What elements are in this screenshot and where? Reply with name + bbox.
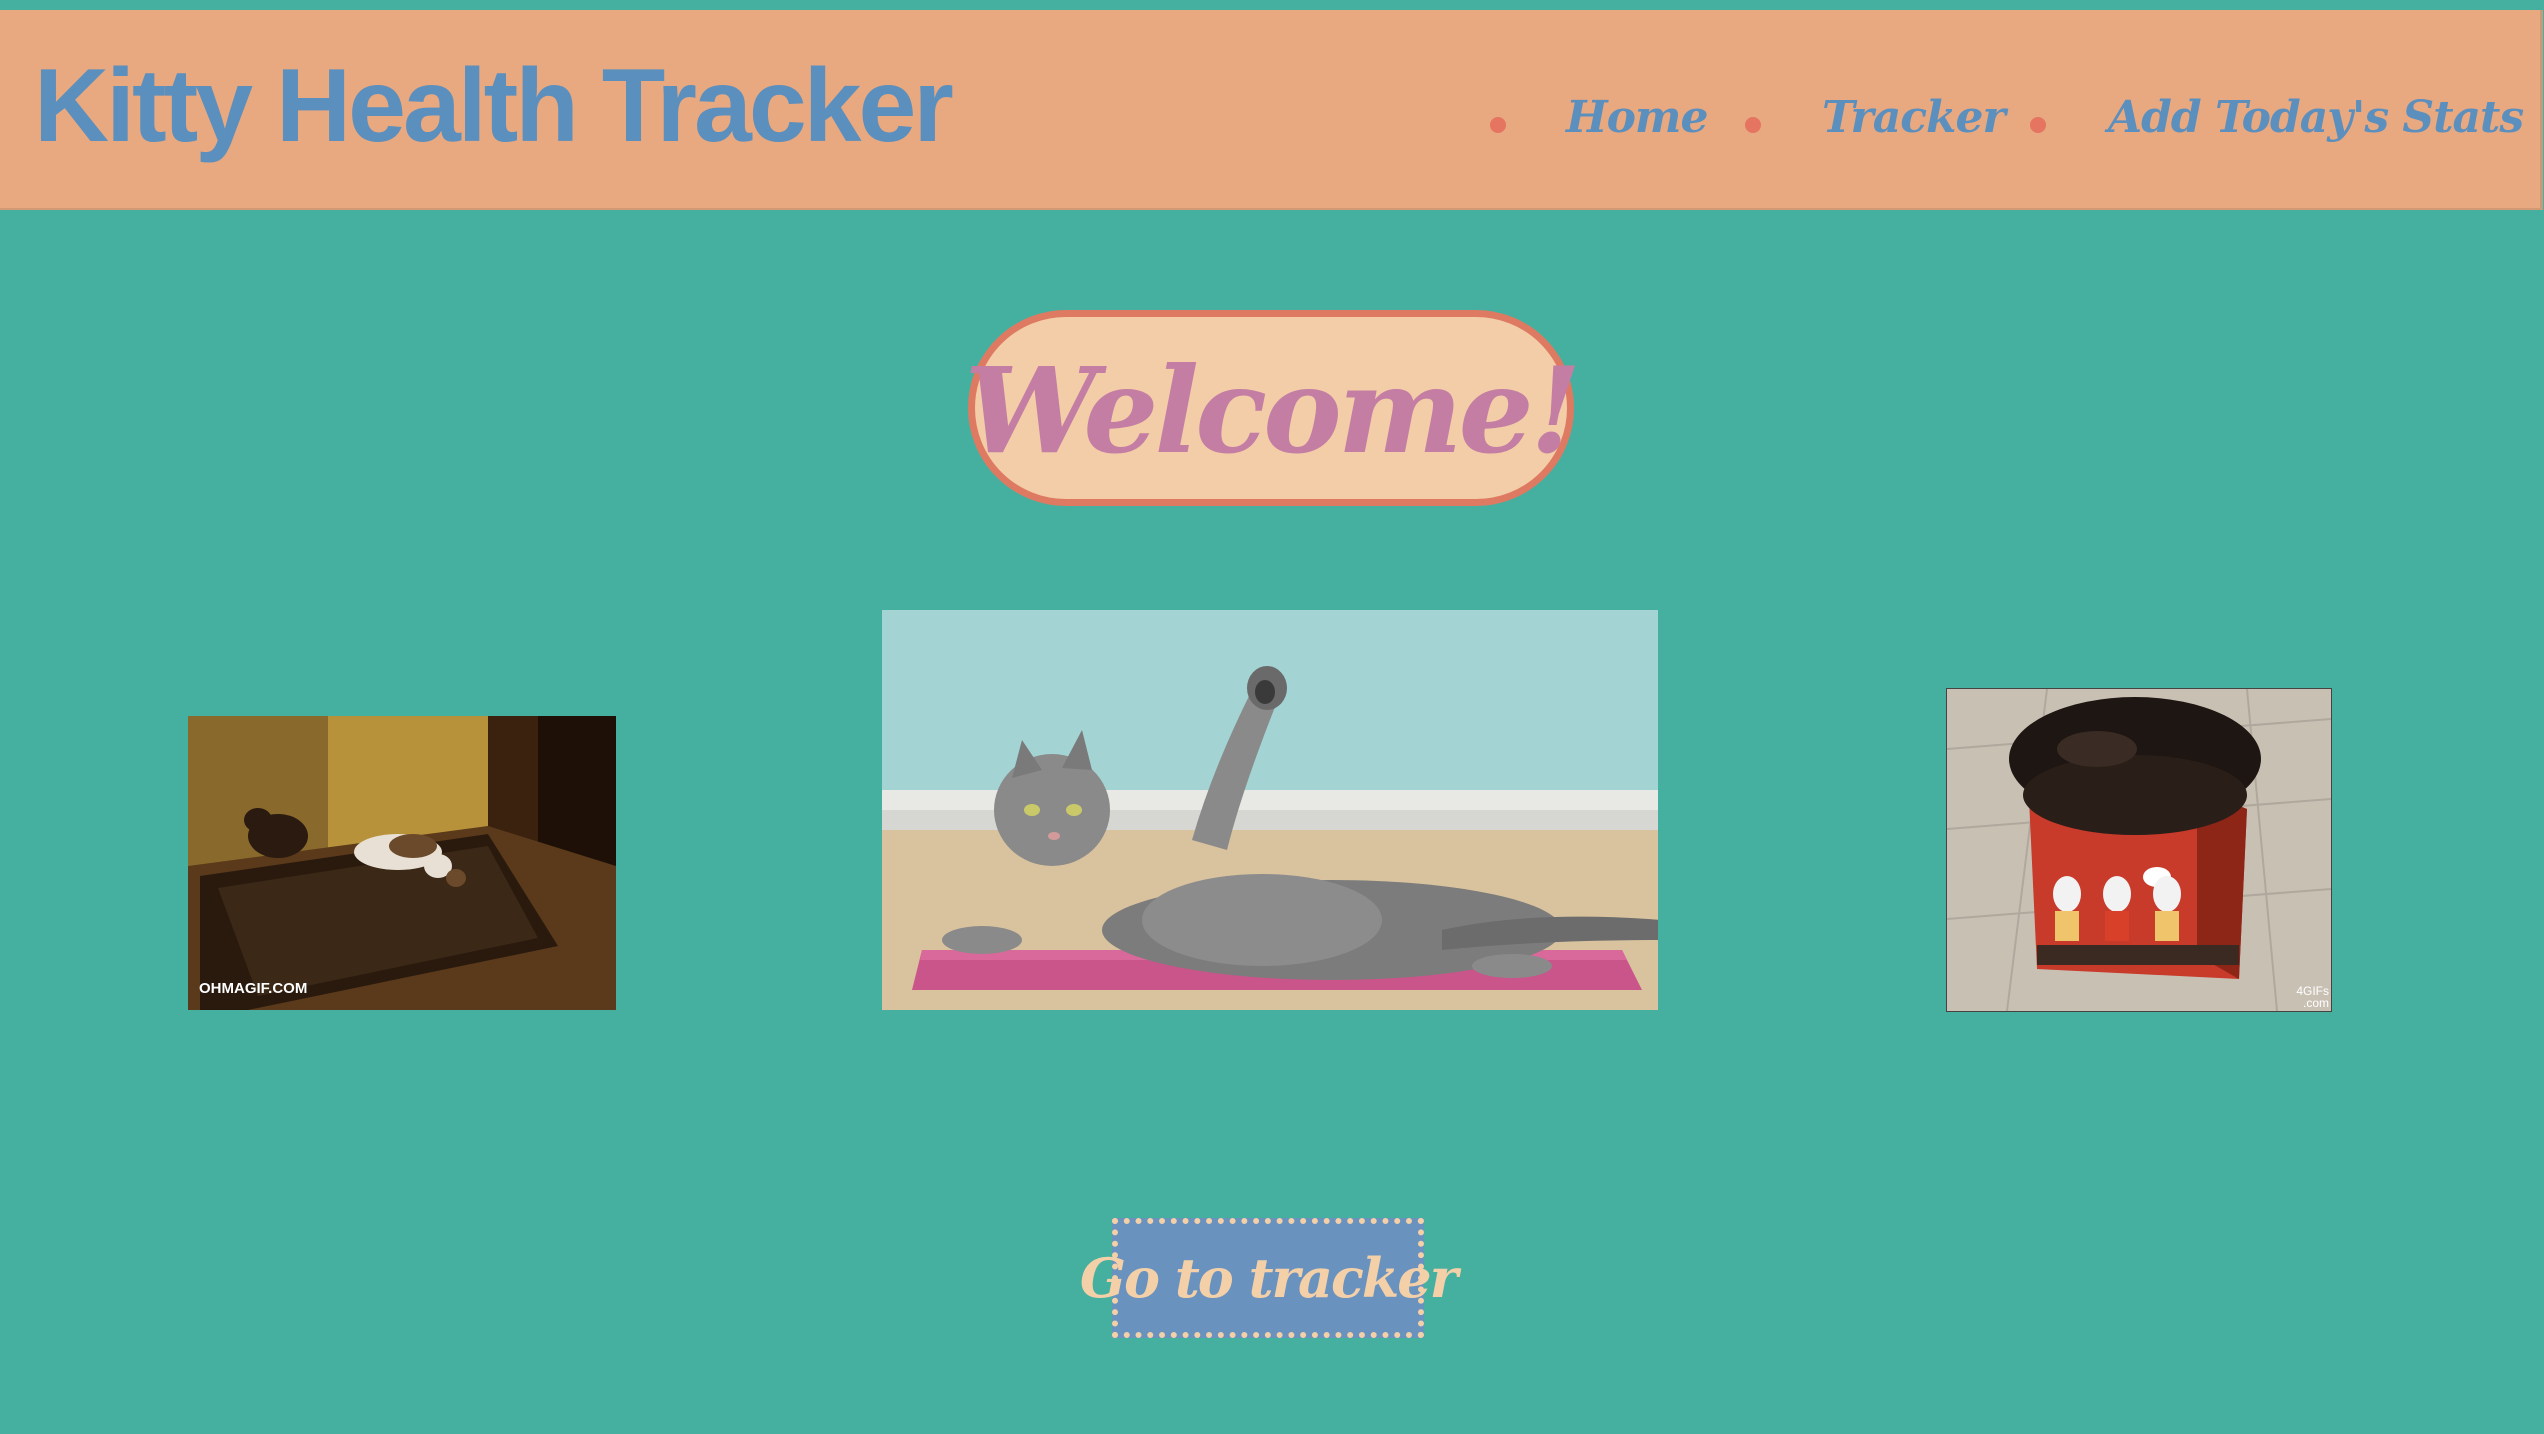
nav-bullet-icon <box>1745 117 1761 133</box>
go-to-tracker-button[interactable]: Go to tracker <box>1080 1218 1458 1338</box>
cat-yoga-gif <box>882 610 1658 1010</box>
nav-bullet-icon <box>2030 117 2046 133</box>
welcome-banner: Welcome! <box>964 310 1582 506</box>
nav-link-home[interactable]: Home <box>1566 96 1708 140</box>
main-nav: Home Tracker Add Today's Stats <box>0 10 2540 208</box>
gif-watermark: 4GIFs .com <box>2296 984 2329 1010</box>
welcome-heading: Welcome! <box>964 341 1581 480</box>
cat-in-box-gif: 4GIFs .com <box>1946 688 2332 1012</box>
nav-bullet-icon <box>1490 117 1506 133</box>
nav-link-tracker[interactable]: Tracker <box>1822 96 2006 140</box>
page: Kitty Health Tracker Home Tracker Add To… <box>0 0 2544 1434</box>
cats-treadmill-gif: OHMAGIF.COM <box>188 716 616 1010</box>
go-to-tracker-label: Go to tracker <box>1079 1246 1458 1310</box>
nav-link-add-stats[interactable]: Add Today's Stats <box>2108 96 2524 140</box>
site-header: Kitty Health Tracker Home Tracker Add To… <box>0 10 2543 210</box>
gif-watermark: OHMAGIF.COM <box>199 980 308 997</box>
